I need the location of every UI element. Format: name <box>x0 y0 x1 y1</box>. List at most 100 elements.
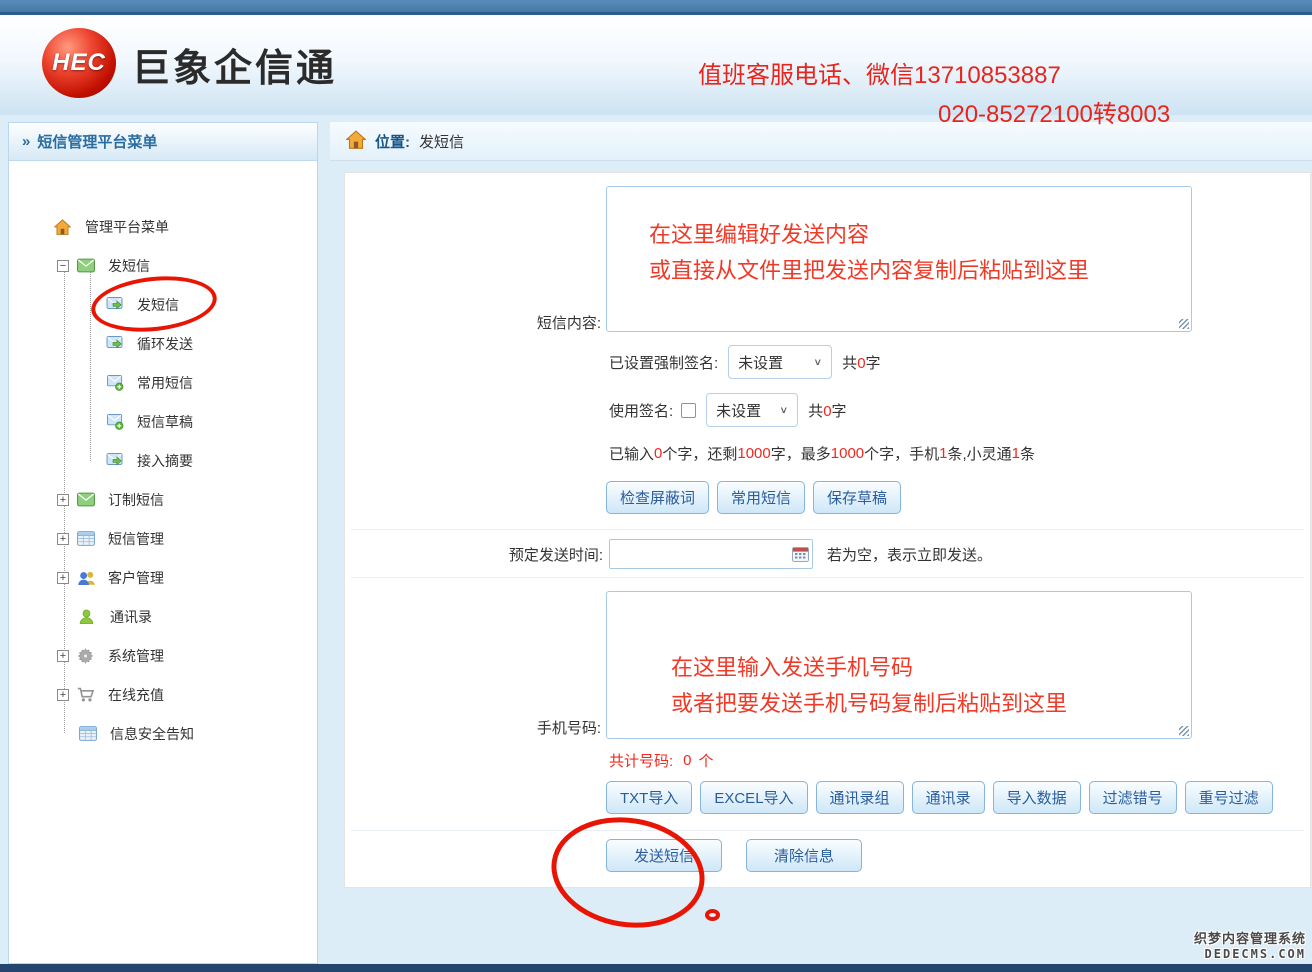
red-circle-annotation <box>543 807 712 939</box>
sidebar-tree: 管理平台菜单 − 发短信 发短信 循环发送 常用短信 短信草稿 接入摘要 <box>9 161 317 753</box>
import-data-button[interactable]: 导入数据 <box>993 781 1081 814</box>
phone-numbers-textarea[interactable]: 在这里输入发送手机号码 或者把要发送手机号码复制后粘贴到这里 <box>606 591 1192 739</box>
clear-info-button[interactable]: 清除信息 <box>746 839 862 872</box>
sidebar-item-label: 在线充值 <box>108 685 164 705</box>
tree-expand-icon[interactable]: + <box>57 494 69 506</box>
sidebar-item-send-sms[interactable]: 发短信 <box>9 285 317 324</box>
tree-expand-icon[interactable]: + <box>57 572 69 584</box>
content-hint-annotation-line1: 在这里编辑好发送内容 <box>649 217 1191 253</box>
phone-hint-annotation-line2: 或者把要发送手机号码复制后粘贴到这里 <box>671 686 1191 722</box>
user-green-icon <box>79 608 101 626</box>
char-counter-text: 已输入0个字，还剩1000字，最多1000个字，手机1条,小灵通1条 <box>609 443 1035 464</box>
tree-collapse-icon[interactable]: − <box>57 260 69 272</box>
sidebar-item-system-management[interactable]: + 系统管理 <box>9 636 317 675</box>
send-sms-button[interactable]: 发送短信 <box>606 839 722 872</box>
sidebar-item-platform-menu-root[interactable]: 管理平台菜单 <box>9 207 317 246</box>
contact-group-button[interactable]: 通讯录组 <box>816 781 904 814</box>
breadcrumb-page: 发短信 <box>419 131 464 152</box>
sidebar-item-label: 常用短信 <box>137 373 193 393</box>
watermark-line2: DEDECMS.COM <box>1194 947 1306 961</box>
total-unit: 个 <box>699 750 714 771</box>
sidebar-item-sms-draft[interactable]: 短信草稿 <box>9 402 317 441</box>
sidebar-title: 短信管理平台菜单 <box>37 131 157 152</box>
envelope-arrow-icon <box>106 296 128 314</box>
envelope-arrow-icon <box>106 452 128 470</box>
count-suffix: 字 <box>832 403 847 420</box>
home-icon <box>54 218 76 236</box>
schedule-time-input[interactable] <box>609 539 813 569</box>
calendar-icon[interactable] <box>792 546 809 562</box>
contacts-button[interactable]: 通讯录 <box>912 781 985 814</box>
schedule-row: 预定发送时间: 若为空，表示立即发送。 <box>345 539 992 569</box>
sidebar-item-access-summary[interactable]: 接入摘要 <box>9 441 317 480</box>
counter-max-count: 1000 <box>831 445 864 462</box>
send-sms-form-panel: 在这里编辑好发送内容 或直接从文件里把发送内容复制后粘贴到这里 短信内容: 已设… <box>344 172 1311 888</box>
table-icon <box>77 530 99 548</box>
sidebar-item-label: 接入摘要 <box>137 451 193 471</box>
count-value: 0 <box>857 355 865 372</box>
count-prefix: 共 <box>808 403 823 420</box>
counter-mobile-count: 1 <box>939 445 947 462</box>
use-signature-label: 使用签名: <box>609 400 673 421</box>
filter-wrong-numbers-button[interactable]: 过滤错号 <box>1089 781 1177 814</box>
sidebar-item-label: 短信草稿 <box>137 412 193 432</box>
count-prefix: 共 <box>842 355 857 372</box>
sidebar-item-sms-management[interactable]: + 短信管理 <box>9 519 317 558</box>
sidebar-item-label: 订制短信 <box>108 490 164 510</box>
count-suffix: 字 <box>866 355 881 372</box>
hotline-annotation-line1: 值班客服电话、微信13710853887 <box>698 55 1061 90</box>
envelope-green-icon <box>77 491 99 509</box>
sidebar-item-send-sms-group[interactable]: − 发短信 <box>9 246 317 285</box>
forced-signature-label: 已设置强制签名: <box>609 352 718 373</box>
import-buttons-row: TXT导入 EXCEL导入 通讯录组 通讯录 导入数据 过滤错号 重号过滤 <box>606 781 1273 814</box>
use-signature-row: 使用签名: 未设置 ∨ 共0字 <box>609 393 847 427</box>
tree-expand-icon[interactable]: + <box>57 689 69 701</box>
sidebar-item-label: 系统管理 <box>108 646 164 666</box>
counter-segment: 个字，还剩 <box>662 443 737 464</box>
use-sign-count: 共0字 <box>808 400 846 421</box>
sidebar-item-label: 发短信 <box>108 256 150 276</box>
row-divider <box>351 529 1304 530</box>
row-divider <box>351 830 1304 831</box>
sidebar-item-subscribe-sms[interactable]: + 订制短信 <box>9 480 317 519</box>
excel-import-button[interactable]: EXCEL导入 <box>700 781 807 814</box>
content-action-buttons: 检查屏蔽词 常用短信 保存草稿 <box>606 481 901 514</box>
filter-duplicates-button[interactable]: 重号过滤 <box>1185 781 1273 814</box>
sidebar-item-loop-send[interactable]: 循环发送 <box>9 324 317 363</box>
sms-content-textarea[interactable]: 在这里编辑好发送内容 或直接从文件里把发送内容复制后粘贴到这里 <box>606 186 1192 332</box>
cart-icon <box>77 686 99 704</box>
sidebar-item-label: 管理平台菜单 <box>85 217 169 237</box>
use-signature-checkbox[interactable] <box>681 403 696 418</box>
forced-signature-select[interactable]: 未设置 ∨ <box>728 345 832 379</box>
sidebar-item-security-notice[interactable]: 信息安全告知 <box>9 714 317 753</box>
resize-handle-icon[interactable] <box>1179 726 1189 736</box>
counter-pas-count: 1 <box>1012 445 1020 462</box>
tree-expand-icon[interactable]: + <box>57 650 69 662</box>
sidebar-item-customer-management[interactable]: + 客户管理 <box>9 558 317 597</box>
save-draft-button[interactable]: 保存草稿 <box>813 481 901 514</box>
submit-buttons-row: 发送短信 清除信息 <box>606 839 862 872</box>
sidebar-item-common-sms[interactable]: 常用短信 <box>9 363 317 402</box>
sidebar-item-online-recharge[interactable]: + 在线充值 <box>9 675 317 714</box>
chevron-down-icon: ∨ <box>779 404 788 415</box>
sidebar-item-contacts[interactable]: 通讯录 <box>9 597 317 636</box>
logo-text: HEC <box>52 49 106 77</box>
watermark: 织梦内容管理系统 DEDECMS.COM <box>1194 928 1306 961</box>
schedule-time-label: 预定发送时间: <box>345 544 603 565</box>
home-icon <box>346 130 366 153</box>
check-blocked-words-button[interactable]: 检查屏蔽词 <box>606 481 709 514</box>
users-icon <box>77 569 99 587</box>
counter-remaining-count: 1000 <box>737 445 770 462</box>
sidebar-title-bar: » 短信管理平台菜单 <box>9 123 317 161</box>
resize-handle-icon[interactable] <box>1179 319 1189 329</box>
counter-entered-count: 0 <box>654 445 662 462</box>
txt-import-button[interactable]: TXT导入 <box>606 781 692 814</box>
footer-bar <box>0 964 1312 972</box>
counter-segment: 条,小灵通 <box>948 443 1012 464</box>
common-sms-button[interactable]: 常用短信 <box>717 481 805 514</box>
counter-segment: 个字，手机 <box>864 443 939 464</box>
breadcrumb-location-label: 位置: <box>375 131 410 152</box>
use-signature-select[interactable]: 未设置 ∨ <box>706 393 798 427</box>
phone-numbers-label: 手机号码: <box>345 717 601 738</box>
tree-expand-icon[interactable]: + <box>57 533 69 545</box>
